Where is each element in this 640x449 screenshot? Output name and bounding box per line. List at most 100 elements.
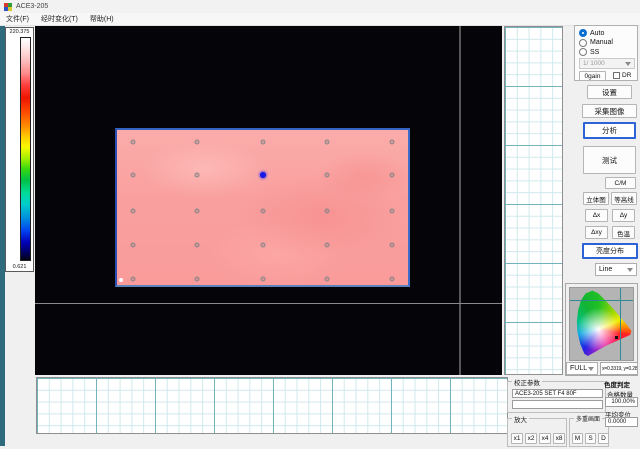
- dr-checkbox-row[interactable]: DR: [613, 72, 631, 79]
- chevron-down-icon: [588, 367, 594, 371]
- menubar: 文件(F) 经时变化(T) 帮助(H): [0, 13, 640, 26]
- radio-manual-label: Manual: [590, 39, 613, 46]
- cie-measured-point: [615, 336, 618, 339]
- dr-label: DR: [622, 72, 631, 79]
- window-title: ACE3-205: [16, 3, 48, 10]
- app-window: ACE3-205 文件(F) 经时变化(T) 帮助(H) 220.375 0.6…: [0, 0, 640, 449]
- calibration-marker: [389, 243, 394, 248]
- calibration-marker: [260, 208, 265, 213]
- colorbar-max-value: 220.375: [6, 29, 33, 35]
- calibration-marker: [260, 276, 265, 281]
- luminance-distribution-button[interactable]: 亮度分布: [582, 243, 638, 259]
- window-titlebar: ACE3-205: [0, 0, 640, 13]
- calibration-marker: [131, 243, 136, 248]
- magnify-x1-button[interactable]: x1: [511, 433, 523, 444]
- radio-row-ss[interactable]: SS: [579, 48, 599, 56]
- radio-ss-label: SS: [590, 49, 599, 56]
- calibration-marker: [389, 276, 394, 281]
- radio-row-auto[interactable]: Auto: [579, 29, 604, 37]
- calibration-marker: [195, 172, 200, 177]
- calibration-marker: [131, 276, 136, 281]
- calibration-marker: [131, 172, 136, 177]
- calibration-marker: [260, 139, 265, 144]
- cie-crosshair-vertical: [620, 288, 621, 360]
- vertical-guide-line: [459, 26, 461, 375]
- calibration-marker: [195, 276, 200, 281]
- calibration-marker: [324, 243, 329, 248]
- calibration-marker: [324, 172, 329, 177]
- horizontal-guide-line: [35, 303, 502, 304]
- app-icon: [4, 3, 12, 11]
- delta-y-button[interactable]: Δy: [612, 209, 635, 222]
- multi-s-button[interactable]: S: [585, 433, 596, 444]
- radio-ss[interactable]: [579, 48, 587, 56]
- delta-x-button[interactable]: Δx: [585, 209, 608, 222]
- shutter-speed-value: 1/ 1000: [583, 60, 605, 67]
- calibration-marker: [195, 208, 200, 213]
- cie-coords-readout: x=0.3319, y=0.2898: [600, 362, 638, 375]
- calibration-marker: [389, 172, 394, 177]
- multi-screen-title: 多重画面: [574, 414, 602, 423]
- line-mode-value: Line: [599, 266, 612, 273]
- calibration-marker: [324, 139, 329, 144]
- correction-params-title: 校正参数: [512, 377, 542, 387]
- menu-help[interactable]: 帮助(H): [84, 13, 120, 25]
- menu-time-change[interactable]: 经时变化(T): [35, 13, 84, 25]
- radio-auto[interactable]: [579, 29, 587, 37]
- solid-map-button[interactable]: 立体图: [583, 192, 609, 205]
- calibration-marker: [195, 243, 200, 248]
- color-temp-button[interactable]: 色温: [612, 226, 635, 239]
- shutter-speed-select[interactable]: 1/ 1000: [579, 58, 635, 69]
- magnify-x2-button[interactable]: x2: [525, 433, 537, 444]
- settings-button[interactable]: 设置: [587, 85, 632, 99]
- chevron-down-icon: [627, 268, 633, 272]
- test-button[interactable]: 测试: [583, 146, 636, 174]
- cie-range-value: FULL: [570, 365, 587, 372]
- magnify-x8-button[interactable]: x8: [553, 433, 565, 444]
- pass-count-value: 100.00%: [605, 397, 638, 407]
- colorbar-gradient: [20, 37, 31, 261]
- capture-image-button[interactable]: 采集图像: [582, 104, 637, 118]
- zero-gain-button[interactable]: 0gain: [579, 71, 606, 81]
- radio-auto-label: Auto: [590, 30, 604, 37]
- analyze-button[interactable]: 分析: [583, 122, 636, 139]
- correction-params-group: 校正参数 ACE3-205 SET F4 80F: [507, 381, 606, 413]
- judge-title: 色度判定: [604, 379, 630, 389]
- avg-shift-value: 0.0000: [605, 417, 638, 427]
- correction-preset-field-2[interactable]: [512, 400, 603, 409]
- cie-diagram: [569, 287, 634, 361]
- corner-highlight-dot: [119, 278, 123, 282]
- luminance-colorbar: 220.375 0.621: [5, 27, 34, 272]
- dr-checkbox[interactable]: [613, 72, 620, 79]
- cie-crosshair-horizontal: [570, 300, 633, 301]
- calibration-marker: [389, 139, 394, 144]
- colorbar-min-value: 0.621: [6, 264, 33, 270]
- magnify-group: 放大 x1 x2 x4 x8: [507, 418, 567, 447]
- magnify-title: 放大: [512, 414, 529, 424]
- cie-range-select[interactable]: FULL: [566, 362, 598, 375]
- multi-screen-group: 多重画面 M S D: [569, 418, 609, 447]
- calibration-marker: [260, 243, 265, 248]
- measurement-point-marker: [260, 172, 266, 178]
- calibration-marker: [324, 276, 329, 281]
- multi-d-button[interactable]: D: [598, 433, 609, 444]
- multi-m-button[interactable]: M: [572, 433, 583, 444]
- correction-preset-field[interactable]: ACE3-205 SET F4 80F: [512, 389, 603, 398]
- exposure-group: Auto Manual SS 1/ 1000 0gain DR: [574, 25, 638, 81]
- captured-image[interactable]: [115, 128, 410, 287]
- calibration-marker: [195, 139, 200, 144]
- chevron-down-icon: [625, 62, 631, 66]
- cm-toggle-button[interactable]: C/M: [605, 177, 636, 189]
- profile-grid-vertical: [504, 26, 563, 375]
- calibration-marker: [131, 208, 136, 213]
- calibration-marker: [131, 139, 136, 144]
- calibration-marker: [324, 208, 329, 213]
- radio-manual[interactable]: [579, 39, 587, 47]
- delta-xy-button[interactable]: Δxy: [585, 226, 608, 239]
- magnify-x4-button[interactable]: x4: [539, 433, 551, 444]
- radio-row-manual[interactable]: Manual: [579, 39, 613, 47]
- image-display-area: [35, 26, 502, 375]
- line-mode-select[interactable]: Line: [595, 263, 637, 276]
- menu-file[interactable]: 文件(F): [0, 13, 35, 25]
- contour-button[interactable]: 等高线: [611, 192, 637, 205]
